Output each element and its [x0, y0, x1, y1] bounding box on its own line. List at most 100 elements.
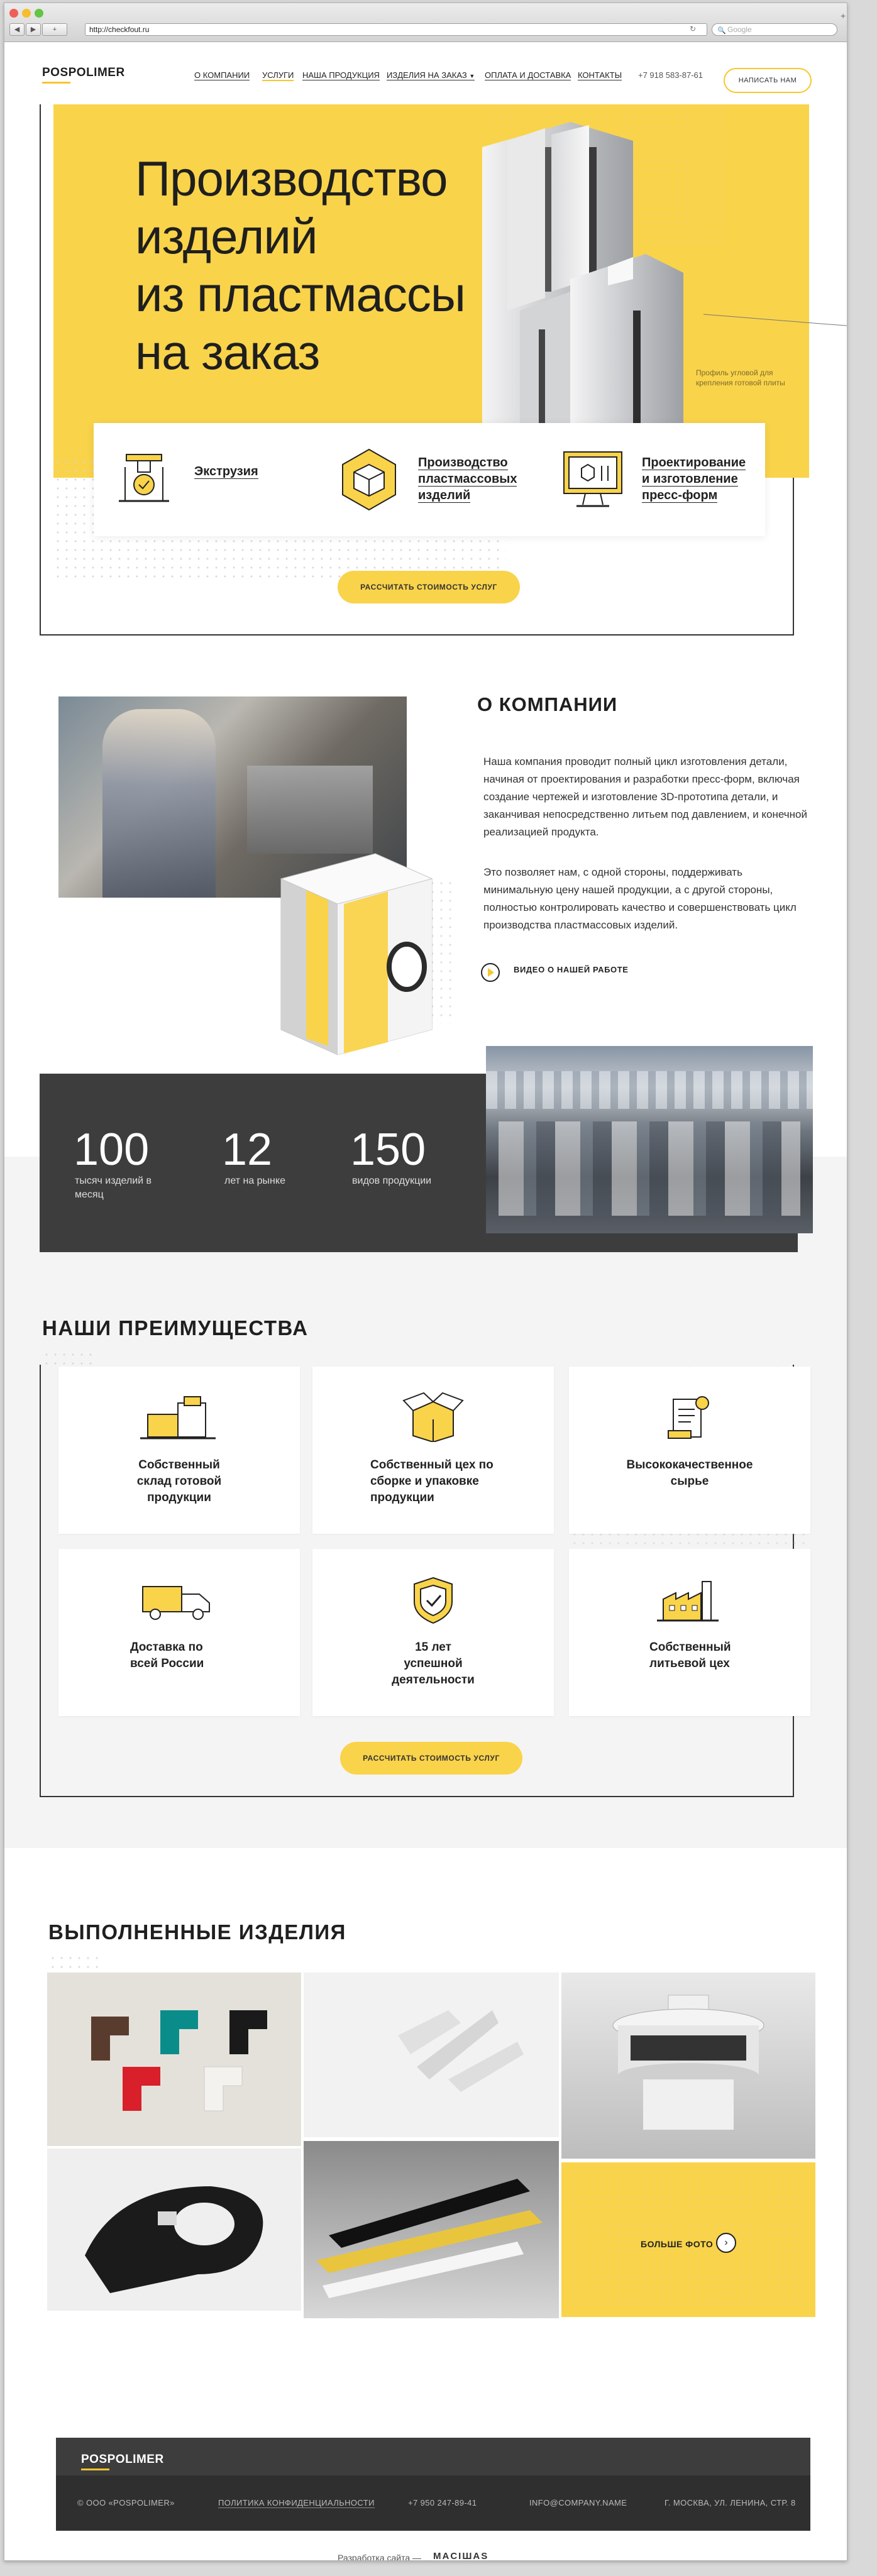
aluminum-profile-image [482, 122, 683, 461]
footer-logo[interactable]: POSPOLIMER [81, 2453, 164, 2467]
logo-underline [42, 82, 70, 84]
callout-line [703, 314, 847, 326]
footer-phone[interactable]: +7 950 247-89-41 [408, 2498, 477, 2507]
advantage-card: Доставка по всей России [58, 1549, 300, 1716]
search-icon: 🔍 [717, 27, 726, 35]
product-photo[interactable] [47, 2149, 301, 2311]
service-label-text: Производство пластмассовых изделий [418, 456, 517, 503]
search-input[interactable]: 🔍 Google [712, 23, 837, 36]
site-logo[interactable]: POSPOLIMER [42, 66, 125, 80]
product-photo[interactable] [47, 1973, 301, 2146]
advantage-card: Собственный цех по сборке и упаковке про… [312, 1367, 554, 1534]
product-photo[interactable] [304, 1973, 559, 2137]
video-link[interactable]: ВИДЕО О НАШЕЙ РАБОТЕ [514, 965, 629, 974]
warehouse-boxes-icon [140, 1396, 216, 1439]
about-title: О КОМПАНИИ [477, 693, 618, 715]
service-label-text: Проектирование и изготовление пресс-форм [642, 456, 746, 503]
advantage-card: Собственный склад готовой продукции [58, 1367, 300, 1534]
close-window-icon[interactable] [9, 9, 18, 18]
stat-value: 100 [74, 1125, 150, 1175]
service-label: Проектирование и изготовление пресс-форм [642, 454, 755, 504]
nav-products[interactable]: НАША ПРОДУКЦИЯ [302, 70, 380, 80]
nav-custom-label: ИЗДЕЛИЯ НА ЗАКАЗ [387, 70, 467, 80]
advantage-card: Собственный литьевой цех [569, 1549, 810, 1716]
mold-illustration [280, 853, 433, 1055]
stat-label: тысяч изделий в месяц [75, 1175, 152, 1200]
maximize-window-icon[interactable] [35, 9, 43, 18]
advantage-label: Высококачественное сырье [626, 1458, 753, 1488]
browser-window: + ◀ ▶ + http://checkfout.ru ↻ 🔍 Google PO… [4, 3, 847, 2561]
machine-shape [247, 766, 373, 854]
service-label: Экструзия [194, 463, 307, 480]
certificate-icon [668, 1396, 709, 1439]
calc-cost-button[interactable]: РАССЧИТАТЬ СТОИМОСТЬ УСЛУГ [340, 1742, 522, 1775]
new-tab-button[interactable]: + [841, 11, 846, 21]
worker-figure [102, 709, 216, 898]
stat-value: 12 [222, 1125, 273, 1175]
nav-contacts[interactable]: КОНТАКТЫ [578, 70, 622, 80]
footer-email[interactable]: INFO@COMPANY.NAME [529, 2498, 627, 2507]
advantage-label: Собственный склад готовой продукции [136, 1458, 222, 1504]
stat-label: лет на рынке [224, 1175, 285, 1186]
chevron-down-icon: ▼ [469, 73, 475, 79]
corner-pieces-image [91, 2010, 267, 2111]
reload-icon[interactable]: ↻ [690, 25, 696, 33]
machines [499, 1121, 800, 1216]
stat-label: видов продукции [352, 1175, 432, 1186]
url-input[interactable]: http://checkfout.ru [85, 23, 707, 36]
factory-photo [486, 1046, 813, 1233]
ventilation-cap-image [612, 1995, 764, 2130]
about-paragraph-2: Это позволяет нам, с одной стороны, подд… [483, 866, 797, 931]
advantage-label: Доставка по всей России [130, 1641, 204, 1670]
write-us-button[interactable]: НАПИСАТЬ НАМ [724, 68, 812, 93]
page: POSPOLIMER О КОМПАНИИ УСЛУГИ НАША ПРОДУК… [4, 43, 847, 2561]
hero-caption: Профиль угловой для крепления готовой пл… [696, 368, 785, 387]
factory-icon [657, 1581, 719, 1622]
truck-icon [142, 1586, 210, 1620]
about-paragraph-1: Наша компания проводит полный цикл изгот… [483, 756, 807, 838]
product-photo[interactable] [561, 1973, 815, 2159]
developer-logo[interactable]: MACIШAS [433, 2551, 488, 2560]
browser-toolbar: + ◀ ▶ + http://checkfout.ru ↻ 🔍 Google [4, 3, 847, 42]
advantage-label: 15 лет успешной деятельности [392, 1641, 475, 1687]
arrow-right-icon[interactable]: › [716, 2233, 736, 2253]
add-bookmark-button[interactable]: + [42, 23, 67, 36]
nav-services[interactable]: УСЛУГИ [262, 70, 294, 81]
products-title: ВЫПОЛНЕННЫЕ ИЗДЕЛИЯ [48, 1920, 346, 1944]
advantage-card: 15 лет успешной деятельности [312, 1549, 554, 1716]
footer-address: Г. МОСКВА, УЛ. ЛЕНИНА, СТР. 8 [665, 2498, 796, 2507]
footer-copyright: © ООО «POSPOLIMER» [77, 2498, 175, 2507]
more-photos-link[interactable]: БОЛЬШЕ ФОТО [641, 2239, 713, 2249]
advantage-label: Собственный литьевой цех [649, 1641, 731, 1670]
ceiling-lights [486, 1071, 813, 1109]
product-photo[interactable] [304, 2141, 559, 2318]
extrusion-icon [119, 454, 169, 502]
open-box-icon [402, 1392, 464, 1442]
advantages-title: НАШИ ПРЕИМУЩЕСТВА [42, 1316, 309, 1340]
black-part-image [85, 2186, 263, 2293]
service-card-design[interactable]: Проектирование и изготовление пресс-форм [541, 423, 765, 536]
back-button[interactable]: ◀ [9, 23, 25, 36]
developer-label: Разработка сайта — [338, 2553, 422, 2561]
header-phone[interactable]: +7 918 583-87-61 [638, 70, 703, 80]
advantage-card: Высококачественное сырье [569, 1367, 810, 1534]
service-label: Производство пластмассовых изделий [418, 454, 531, 504]
shield-check-icon [414, 1577, 453, 1624]
profiles-image [316, 2179, 543, 2298]
calc-cost-button[interactable]: РАССЧИТАТЬ СТОИМОСТЬ УСЛУГ [338, 571, 520, 603]
forward-button[interactable]: ▶ [26, 23, 41, 36]
service-card-production[interactable]: Производство пластмассовых изделий [317, 423, 541, 536]
minimize-window-icon[interactable] [22, 9, 31, 18]
white-parts-image [398, 2010, 524, 2092]
service-card-extrusion[interactable]: Экструзия [94, 423, 317, 536]
nav-payment[interactable]: ОПЛАТА И ДОСТАВКА [485, 70, 571, 80]
privacy-link[interactable]: ПОЛИТИКА КОНФИДЕНЦИАЛЬНОСТИ [218, 2498, 375, 2508]
search-placeholder: Google [727, 25, 752, 34]
nav-about[interactable]: О КОМПАНИИ [194, 70, 250, 80]
design-monitor-icon [563, 451, 622, 507]
play-icon[interactable] [481, 963, 500, 982]
dots-pattern [48, 1954, 99, 1973]
logo-underline [81, 2469, 109, 2470]
nav-custom[interactable]: ИЗДЕЛИЯ НА ЗАКАЗ ▼ [387, 70, 475, 80]
cube-icon [342, 448, 396, 511]
